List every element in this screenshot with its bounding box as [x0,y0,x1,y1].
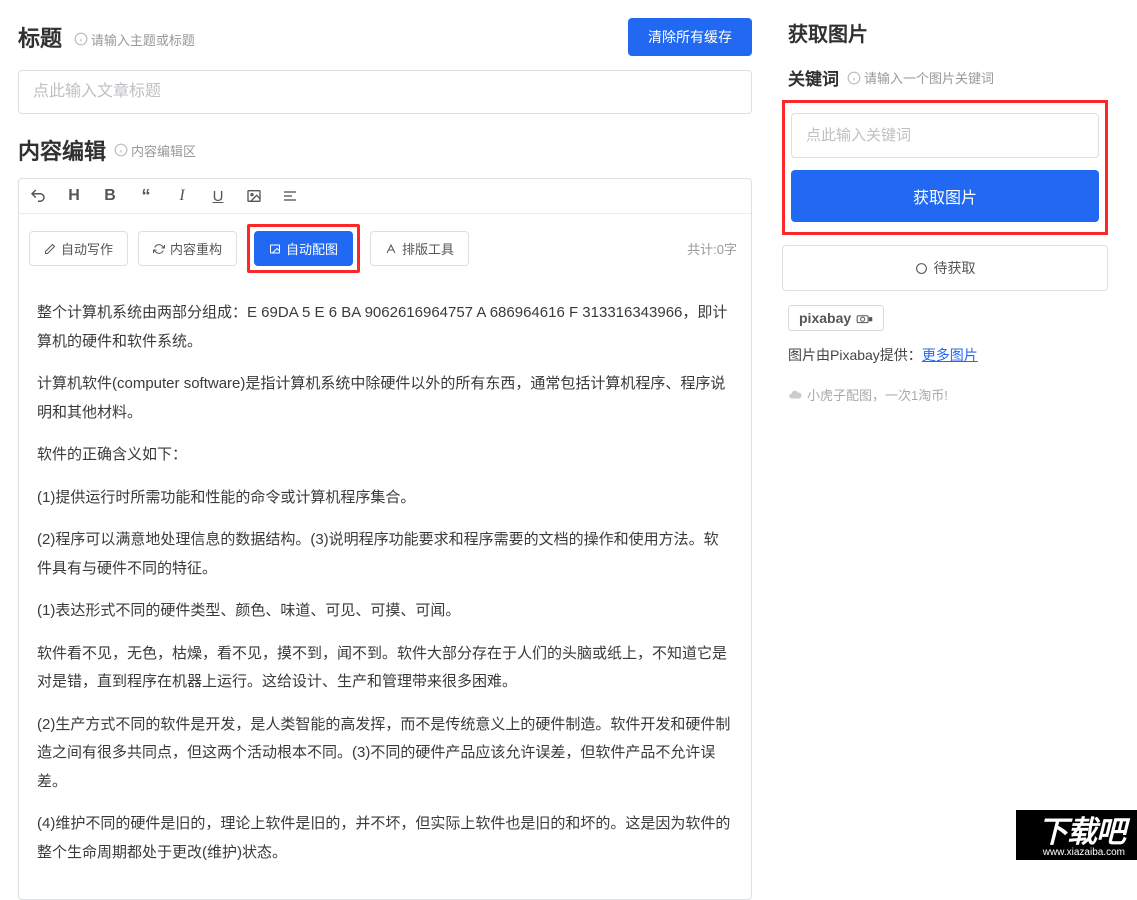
restructure-button[interactable]: 内容重构 [138,231,237,266]
fetch-image-title: 获取图片 [782,18,1108,47]
content-section-label: 内容编辑 [18,134,106,166]
italic-icon[interactable]: I [173,187,191,205]
pencil-icon [44,243,56,255]
fetch-image-button[interactable]: 获取图片 [791,170,1099,222]
content-paragraph: 软件的正确含义如下： [37,441,733,470]
pixabay-tag: pixabay [788,305,884,331]
auto-image-highlight: 自动配图 [247,224,360,273]
cost-tip: 小虎子配图，一次1淘币! [788,385,1108,404]
watermark: 下载吧 www.xiazaiba.com [1016,810,1137,860]
pending-button[interactable]: 待获取 [782,245,1108,291]
image-small-icon [269,243,281,255]
layout-icon [385,243,397,255]
info-icon [74,32,88,46]
auto-image-button[interactable]: 自动配图 [254,231,353,266]
content-hint: 内容编辑区 [114,141,196,160]
title-hint: 请输入主题或标题 [74,30,195,49]
keyword-highlight-box: 获取图片 [782,100,1108,235]
camera-icon [855,313,873,324]
keyword-label-row: 关键词 请输入一个图片关键词 [782,65,1108,90]
keyword-label: 关键词 [788,65,839,90]
underline-icon[interactable]: U [209,187,227,205]
format-toolbar: H B “ I U [19,179,751,214]
content-paragraph: (2)程序可以满意地处理信息的数据结构。(3)说明程序功能要求和程序需要的文档的… [37,526,733,583]
watermark-url: www.xiazaiba.com [1038,847,1125,858]
circle-icon [915,262,928,275]
undo-icon[interactable] [29,187,47,205]
content-paragraph: 计算机软件(computer software)是指计算机系统中除硬件以外的所有… [37,370,733,427]
refresh-icon [153,243,165,255]
auto-write-button[interactable]: 自动写作 [29,231,128,266]
keyword-input[interactable] [791,113,1099,158]
content-paragraph: (4)维护不同的硬件是旧的，理论上软件是旧的，并不坏，但实际上软件也是旧的和坏的… [37,810,733,867]
align-icon[interactable] [281,187,299,205]
content-header-row: 内容编辑 内容编辑区 [18,134,752,166]
cloud-icon [788,388,802,402]
clear-cache-button[interactable]: 清除所有缓存 [628,18,752,56]
article-title-input[interactable] [18,70,752,114]
heading-icon[interactable]: H [65,187,83,205]
editor-container: H B “ I U 自动写作 内容重构 [18,178,752,900]
content-paragraph: (1)表达形式不同的硬件类型、颜色、味道、可见、可摸、可闻。 [37,597,733,626]
content-paragraph: (2)生产方式不同的软件是开发，是人类智能的高发挥，而不是传统意义上的硬件制造。… [37,711,733,797]
watermark-text: 下载吧 [1038,816,1125,849]
action-toolbar: 自动写作 内容重构 自动配图 排版工具 共计:0字 [19,214,751,283]
bold-icon[interactable]: B [101,187,119,205]
quote-icon[interactable]: “ [137,187,155,205]
content-paragraph: (1)提供运行时所需功能和性能的命令或计算机程序集合。 [37,484,733,513]
content-editable-area[interactable]: 整个计算机系统由两部分组成：E 69DA 5 E 6 BA 9062616964… [19,283,751,899]
info-icon [847,71,861,85]
image-credit: 图片由Pixabay提供：更多图片 [788,345,1108,365]
word-counter: 共计:0字 [687,239,737,258]
title-section-label: 标题 [18,26,62,51]
image-icon[interactable] [245,187,263,205]
content-paragraph: 整个计算机系统由两部分组成：E 69DA 5 E 6 BA 9062616964… [37,299,733,356]
title-header-row: 标题 请输入主题或标题 清除所有缓存 [18,18,752,56]
more-images-link[interactable]: 更多图片 [922,347,978,363]
layout-tool-button[interactable]: 排版工具 [370,231,469,266]
info-icon [114,143,128,157]
keyword-hint: 请输入一个图片关键词 [847,68,994,87]
content-paragraph: 软件看不见，无色，枯燥，看不见，摸不到，闻不到。软件大部分存在于人们的头脑或纸上… [37,640,733,697]
